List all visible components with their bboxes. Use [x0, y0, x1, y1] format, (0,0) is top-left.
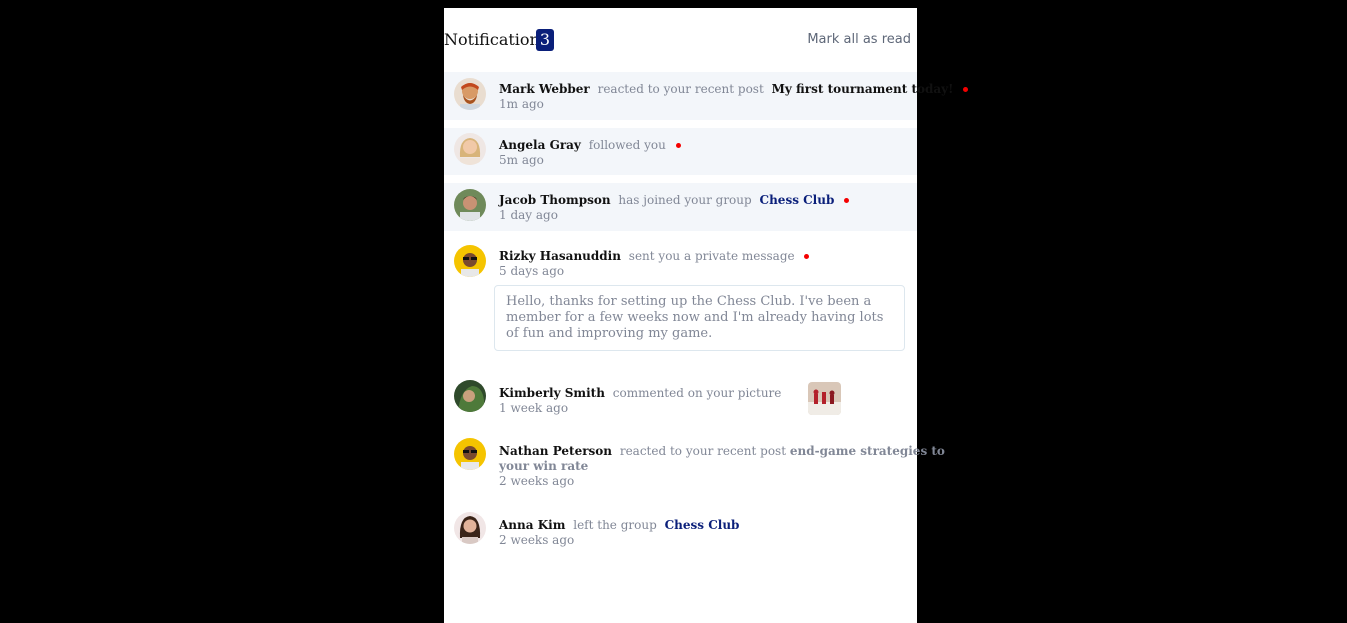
avatar[interactable]	[454, 78, 486, 110]
timestamp: 1m ago	[499, 97, 544, 111]
notifications-panel: Notifications 3 Mark all as read Mark We…	[444, 8, 969, 623]
action-text: sent you a private message	[628, 249, 795, 263]
user-name-link[interactable]: Anna Kim	[499, 518, 565, 532]
notification-item[interactable]: Jacob Thompson has joined your group Che…	[444, 183, 917, 231]
notification-text: Mark Webber reacted to your recent post …	[499, 82, 969, 96]
unread-dot	[844, 198, 850, 203]
notification-text: Nathan Peterson reacted to your recent p…	[499, 444, 945, 458]
notification-item[interactable]: Nathan Peterson reacted to your recent p…	[444, 432, 945, 498]
user-name-link[interactable]: Rizky Hasanuddin	[499, 249, 621, 263]
notification-text-continued: your win rate	[499, 459, 588, 473]
group-link[interactable]: Chess Club	[760, 193, 835, 207]
user-name-link[interactable]: Kimberly Smith	[499, 386, 605, 400]
user-name-link[interactable]: Angela Gray	[499, 138, 581, 152]
avatar[interactable]	[454, 438, 486, 470]
header: Notifications 3 Mark all as read	[444, 8, 917, 72]
user-name-link[interactable]: Mark Webber	[499, 82, 590, 96]
action-text: reacted to your recent post	[619, 444, 787, 458]
unread-count-badge: 3	[536, 29, 554, 51]
notification-item[interactable]: Mark Webber reacted to your recent post …	[444, 72, 969, 120]
unread-dot	[963, 87, 969, 92]
notification-text: Jacob Thompson has joined your group Che…	[499, 193, 850, 207]
notification-text: Kimberly Smith commented on your picture	[499, 386, 781, 400]
notification-text: Anna Kim left the group Chess Club	[499, 518, 739, 532]
timestamp: 1 week ago	[499, 401, 569, 415]
avatar[interactable]	[454, 189, 486, 221]
commented-picture-thumbnail[interactable]	[808, 382, 841, 415]
notification-text: Angela Gray followed you	[499, 138, 681, 152]
post-link[interactable]: My first tournament today!	[772, 82, 954, 96]
unread-dot	[675, 143, 681, 148]
action-text: commented on your picture	[612, 386, 782, 400]
action-text: has joined your group	[618, 193, 752, 207]
action-text: reacted to your recent post	[597, 82, 764, 96]
avatar[interactable]	[454, 512, 486, 544]
post-link-continued[interactable]: your win rate	[499, 459, 588, 473]
private-message-preview[interactable]: Hello, thanks for setting up the Chess C…	[494, 285, 905, 351]
timestamp: 5m ago	[499, 153, 544, 167]
action-text: followed you	[588, 138, 666, 152]
page-title: Notifications	[444, 30, 549, 49]
notification-item[interactable]: Anna Kim left the group Chess Club 2 wee…	[444, 506, 917, 556]
unread-dot	[804, 254, 810, 259]
mark-all-read-button[interactable]: Mark all as read	[807, 32, 911, 47]
timestamp: 5 days ago	[499, 264, 565, 278]
timestamp: 2 weeks ago	[499, 533, 575, 547]
avatar[interactable]	[454, 380, 486, 412]
user-name-link[interactable]: Jacob Thompson	[499, 193, 611, 207]
post-link[interactable]: end-game strategies to	[790, 444, 945, 458]
group-link[interactable]: Chess Club	[665, 518, 740, 532]
notification-text: Rizky Hasanuddin sent you a private mess…	[499, 249, 810, 263]
timestamp: 1 day ago	[499, 208, 558, 222]
user-name-link[interactable]: Nathan Peterson	[499, 444, 612, 458]
avatar[interactable]	[454, 133, 486, 165]
notification-item[interactable]: Angela Gray followed you 5m ago	[444, 128, 917, 175]
timestamp: 2 weeks ago	[499, 474, 575, 488]
avatar[interactable]	[454, 245, 486, 277]
action-text: left the group	[573, 518, 657, 532]
notification-item[interactable]: Kimberly Smith commented on your picture…	[444, 374, 917, 424]
